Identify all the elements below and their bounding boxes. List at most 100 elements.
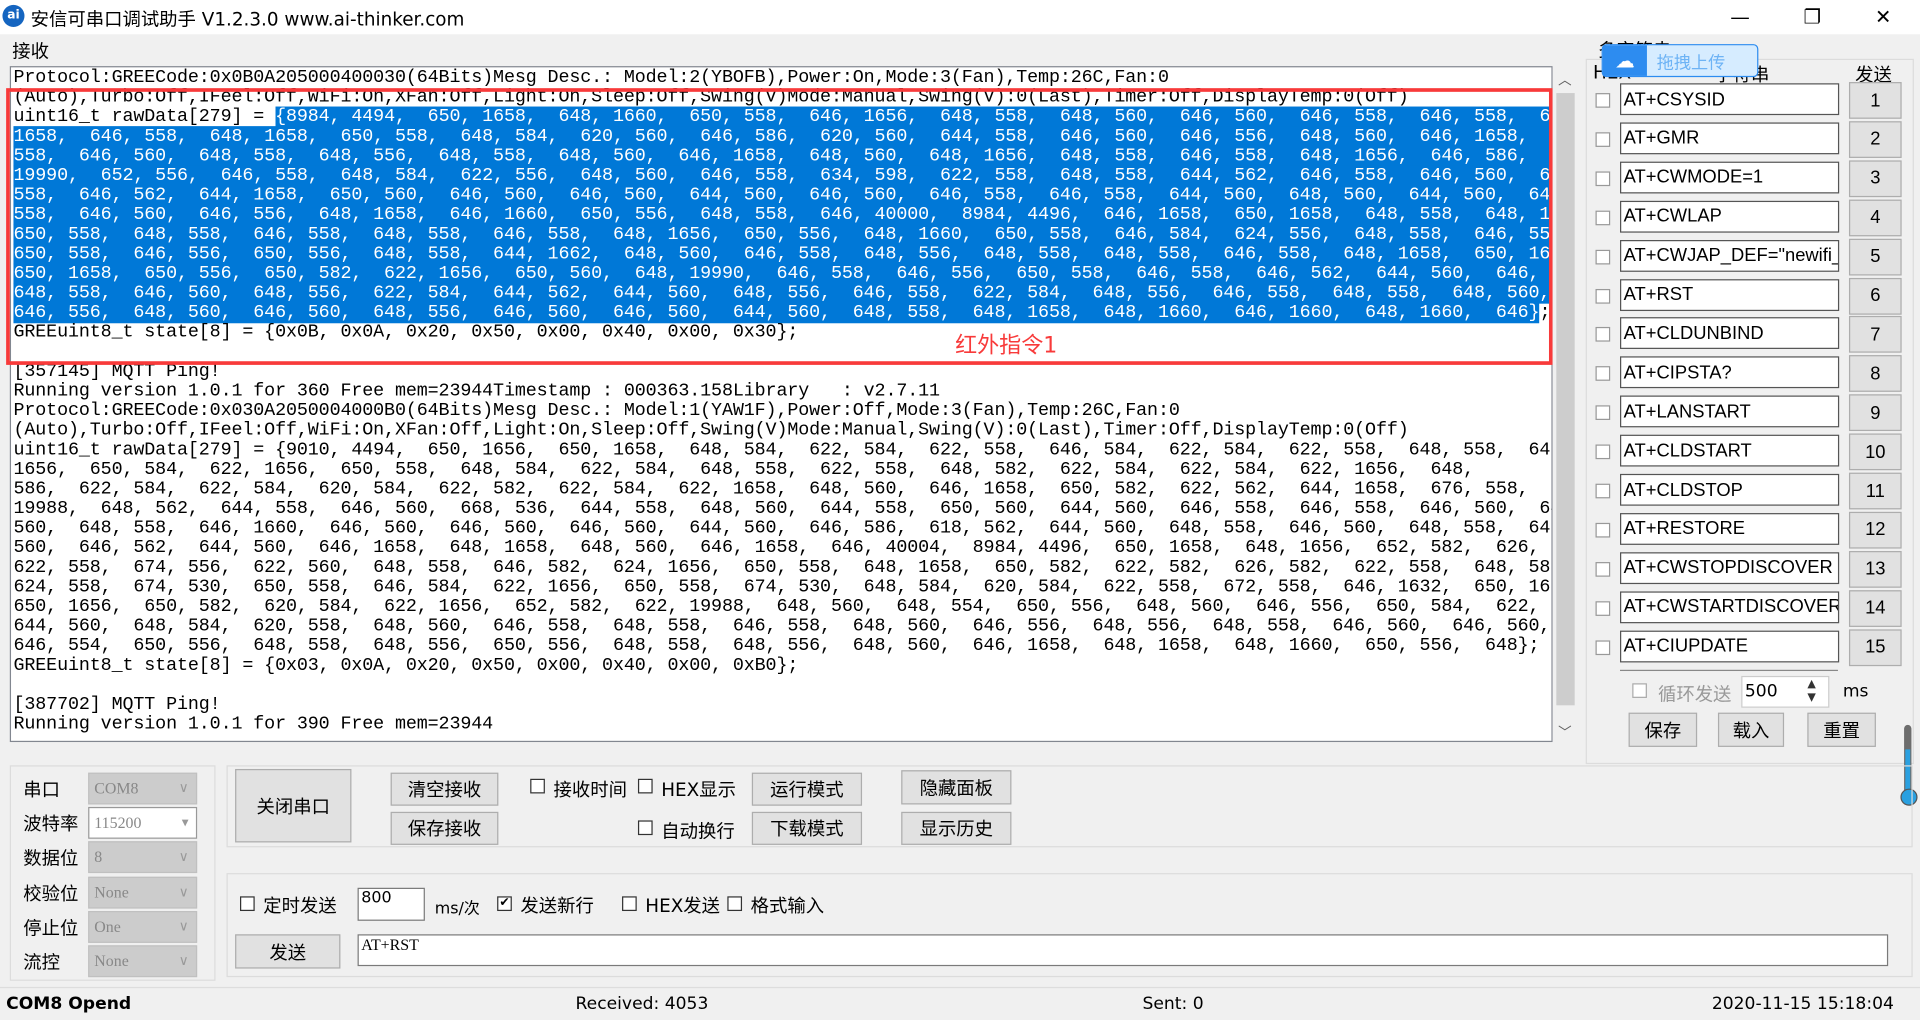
multi-string-send-button[interactable]: 11	[1848, 472, 1902, 510]
parity-select-value: None	[94, 882, 129, 901]
multi-string-hex-checkbox[interactable]	[1595, 327, 1611, 343]
send-button[interactable]: 发送	[235, 934, 341, 969]
multi-string-hex-checkbox[interactable]	[1595, 288, 1611, 304]
multi-string-hex-checkbox[interactable]	[1595, 483, 1611, 499]
save-button[interactable]: 保存	[1628, 712, 1698, 747]
multi-string-input[interactable]: AT+CLDSTOP	[1620, 473, 1840, 506]
multi-string-hex-checkbox[interactable]	[1595, 522, 1611, 538]
minimize-button[interactable]: —	[1712, 0, 1768, 34]
multi-string-hex-checkbox[interactable]	[1595, 561, 1611, 577]
multi-string-hex-checkbox[interactable]	[1595, 444, 1611, 460]
flow-select[interactable]: None ∨	[88, 945, 198, 978]
loop-send-checkbox[interactable]	[1632, 683, 1647, 698]
multi-string-hex-checkbox[interactable]	[1595, 210, 1611, 225]
multi-string-input[interactable]: AT+CLDSTART	[1620, 434, 1840, 467]
multi-string-send-button[interactable]: 13	[1848, 550, 1902, 588]
multi-string-hex-checkbox[interactable]	[1595, 366, 1611, 382]
stopbits-select-value: One	[94, 916, 121, 936]
multi-string-send-button[interactable]: 8	[1848, 355, 1902, 393]
databits-select[interactable]: 8 ∨	[88, 841, 198, 874]
log-line: 586, 622, 584, 622, 584, 620, 584, 622, …	[13, 479, 1551, 500]
log-line: 650, 558, 646, 556, 650, 556, 648, 558, …	[13, 243, 1552, 265]
multi-string-send-button[interactable]: 3	[1848, 160, 1902, 197]
timed-send-checkbox[interactable]	[240, 896, 255, 912]
multi-string-send-button[interactable]: 2	[1848, 121, 1902, 158]
log-line: 1658, 646, 558, 648, 1658, 650, 558, 648…	[13, 126, 1552, 147]
receive-textarea[interactable]: Protocol:GREECode:0x0B0A205000400030(64B…	[9, 66, 1553, 743]
multi-string-send-button[interactable]: 7	[1848, 316, 1902, 354]
multi-string-input[interactable]: AT+CIUPDATE	[1620, 630, 1840, 662]
multi-string-input[interactable]: AT+CWMODE=1	[1620, 161, 1840, 194]
hex-send-checkbox[interactable]	[622, 896, 637, 912]
log-text: ; //	[1539, 302, 1551, 324]
spinner-icon[interactable]: ▲ ▼	[1807, 678, 1815, 705]
auto-wrap-checkbox[interactable]	[637, 820, 653, 836]
multi-string-input[interactable]: AT+RST	[1620, 278, 1840, 311]
multi-string-input[interactable]: AT+CLDUNBIND	[1620, 317, 1840, 350]
hide-panel-button[interactable]: 隐藏面板	[901, 770, 1012, 805]
log-text: 1656, 650, 584, 622, 1656, 650, 558, 648…	[13, 459, 1475, 481]
multi-string-send-button[interactable]: 14	[1848, 589, 1902, 627]
save-receive-button[interactable]: 保存接收	[390, 811, 499, 845]
log-text: [387702] MQTT Ping!	[13, 694, 221, 716]
reset-button[interactable]: 重置	[1807, 712, 1876, 747]
multi-string-send-button[interactable]: 6	[1848, 277, 1902, 315]
multi-string-value: AT+CWSTARTDISCOVER=	[1623, 596, 1840, 618]
multi-string-input[interactable]: AT+CWSTARTDISCOVER=	[1620, 591, 1840, 623]
multi-string-hex-checkbox[interactable]	[1595, 405, 1611, 421]
receive-time-label: 接收时间	[553, 778, 627, 801]
scroll-up-icon[interactable]: ︿	[1553, 70, 1577, 90]
log-text: GREEuint8_t state[8] = {0x03, 0x0A, 0x20…	[13, 655, 799, 676]
log-line: 650, 558, 648, 558, 646, 558, 648, 558, …	[13, 224, 1552, 245]
timed-interval-input[interactable]: 800	[357, 887, 425, 921]
log-line: 558, 646, 560, 646, 556, 648, 1658, 646,…	[13, 204, 1552, 226]
baud-select[interactable]: 115200 ▾	[88, 807, 198, 840]
multi-string-hex-checkbox[interactable]	[1595, 600, 1611, 616]
download-mode-button[interactable]: 下载模式	[751, 811, 863, 845]
clear-receive-button[interactable]: 清空接收	[390, 772, 499, 806]
multi-string-input[interactable]: AT+GMR	[1620, 122, 1840, 155]
run-mode-button[interactable]: 运行模式	[751, 772, 863, 806]
receive-time-checkbox[interactable]	[530, 778, 545, 794]
maximize-button[interactable]: ❐	[1784, 0, 1840, 34]
multi-string-input[interactable]: AT+CIPSTA?	[1620, 356, 1840, 389]
multi-string-input[interactable]: AT+CWJAP_DEF="newifi_	[1620, 239, 1840, 272]
log-line: uint16_t rawData[279] = {8984, 4494, 650…	[13, 106, 1552, 128]
multi-string-hex-checkbox[interactable]	[1595, 171, 1611, 186]
load-button[interactable]: 载入	[1717, 712, 1785, 747]
multi-string-input[interactable]: AT+CWSTOPDISCOVER	[1620, 551, 1840, 584]
parity-select[interactable]: None ∨	[88, 876, 198, 909]
scroll-down-icon[interactable]: ﹀	[1553, 722, 1577, 742]
multi-string-send-button[interactable]: 10	[1848, 433, 1902, 471]
baud-label: 波特率	[23, 813, 79, 836]
multi-string-input[interactable]: AT+RESTORE	[1620, 512, 1840, 545]
multi-string-input[interactable]: AT+CSYSID	[1620, 83, 1840, 116]
close-button[interactable]: ✕	[1855, 0, 1911, 34]
send-newline-checkbox[interactable]: ✔	[497, 896, 512, 912]
port-select[interactable]: COM8 ∨	[88, 772, 198, 805]
selected-text: 646, 556, 648, 560, 646, 560, 648, 556, …	[13, 302, 1540, 324]
multi-string-send-button[interactable]: 5	[1848, 238, 1902, 276]
scrollbar-thumb[interactable]	[1556, 93, 1575, 706]
loop-interval-input[interactable]: 500	[1741, 675, 1830, 708]
show-history-button[interactable]: 显示历史	[901, 811, 1012, 845]
close-port-button[interactable]: 关闭串口	[235, 768, 352, 843]
multi-string-send-button[interactable]: 12	[1848, 511, 1902, 549]
multi-string-send-button[interactable]: 4	[1848, 199, 1902, 236]
multi-string-send-button[interactable]: 1	[1848, 82, 1902, 119]
multi-string-send-button[interactable]: 15	[1848, 628, 1902, 666]
upload-popup[interactable]: ☁ 拖拽上传	[1601, 44, 1759, 78]
selected-text: {8984, 4494, 650, 1658, 648, 1660, 650, …	[275, 106, 1552, 128]
multi-string-input[interactable]: AT+CWLAP	[1620, 200, 1840, 233]
multi-string-hex-checkbox[interactable]	[1595, 249, 1611, 264]
multi-string-hex-checkbox[interactable]	[1595, 639, 1611, 655]
send-input[interactable]: AT+RST	[357, 934, 1889, 967]
format-input-checkbox[interactable]	[727, 896, 743, 912]
multi-string-hex-checkbox[interactable]	[1595, 93, 1611, 108]
multi-string-send-button[interactable]: 9	[1848, 394, 1902, 432]
stopbits-select[interactable]: One ∨	[88, 910, 198, 943]
multi-string-input[interactable]: AT+LANSTART	[1620, 395, 1840, 428]
hex-display-checkbox[interactable]	[637, 778, 653, 794]
multi-string-hex-checkbox[interactable]	[1595, 132, 1611, 147]
timed-interval-value: 800	[361, 888, 392, 908]
